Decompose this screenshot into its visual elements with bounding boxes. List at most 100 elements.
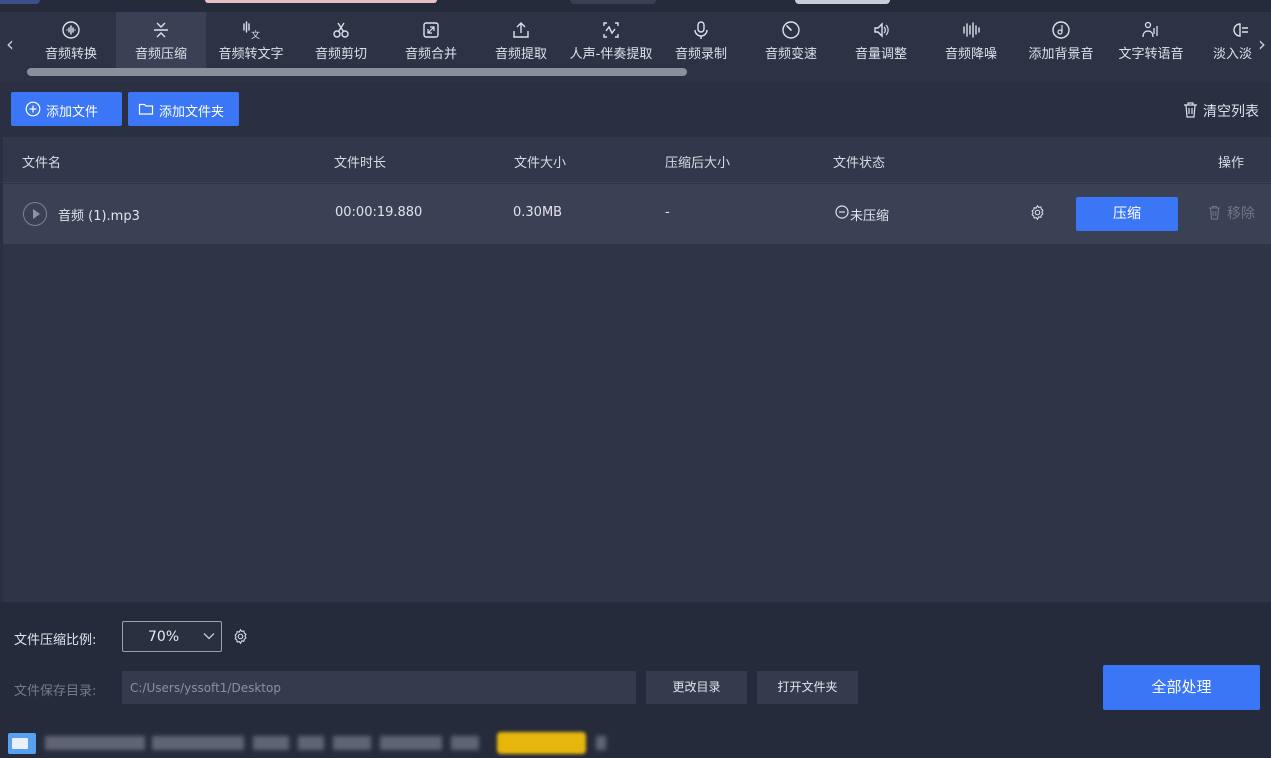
blurred-footer-text bbox=[298, 736, 324, 750]
tool-label: 音频转文字 bbox=[218, 47, 284, 62]
svg-text:文: 文 bbox=[251, 29, 260, 40]
play-icon[interactable] bbox=[23, 202, 47, 226]
tool-label: 音频压缩 bbox=[134, 47, 187, 62]
minus-circle-icon bbox=[835, 205, 849, 219]
nav-scroll-right-icon[interactable]: › bbox=[1252, 30, 1271, 58]
row-status: 未压缩 bbox=[850, 209, 890, 224]
background-music-icon bbox=[1052, 21, 1070, 39]
trash-icon bbox=[1209, 205, 1220, 220]
tool-audio-to-text[interactable]: 文 音频转文字 bbox=[206, 12, 296, 68]
tool-audio-compress[interactable]: 音频压缩 bbox=[116, 12, 206, 68]
tool-audio-merge[interactable]: 音频合并 bbox=[386, 12, 476, 68]
audio-convert-icon bbox=[62, 21, 80, 39]
save-dir-label: 文件保存目录: bbox=[14, 684, 97, 699]
tool-nav-bar: ‹ 音频转换 音频压缩 文 音频转文字 音频剪切 音频合并 音频提取 人声-伴奏… bbox=[0, 0, 1271, 82]
tool-label: 添加背景音 bbox=[1028, 47, 1094, 62]
add-folder-label: 添加文件夹 bbox=[159, 105, 225, 120]
blurred-footer-text bbox=[596, 736, 606, 750]
tool-label: 音频变速 bbox=[764, 47, 817, 62]
tool-add-background-music[interactable]: 添加背景音 bbox=[1016, 12, 1106, 68]
header-duration: 文件时长 bbox=[334, 156, 387, 171]
tool-label: 音频录制 bbox=[674, 47, 727, 62]
table-header: 文件名 文件时长 文件大小 压缩后大小 文件状态 操作 bbox=[3, 137, 1271, 183]
nav-scrollbar[interactable] bbox=[27, 68, 687, 76]
nav-scroll-left-icon[interactable]: ‹ bbox=[0, 30, 20, 58]
blurred-footer-text bbox=[45, 736, 145, 750]
tool-label: 淡入淡 bbox=[1213, 47, 1252, 62]
header-file-name: 文件名 bbox=[22, 156, 62, 171]
row-duration: 00:00:19.880 bbox=[335, 205, 423, 220]
title-strip-tab bbox=[570, 0, 656, 4]
row-file-size: 0.30MB bbox=[513, 205, 563, 220]
gear-icon[interactable] bbox=[1029, 204, 1046, 221]
tool-label: 音频剪切 bbox=[314, 47, 367, 62]
save-dir-input[interactable] bbox=[122, 671, 636, 704]
blurred-footer-text bbox=[152, 736, 244, 750]
tool-fade[interactable]: 淡入淡 bbox=[1196, 12, 1252, 68]
merge-icon bbox=[423, 22, 439, 38]
tool-audio-convert[interactable]: 音频转换 bbox=[26, 12, 116, 68]
trash-icon bbox=[1184, 102, 1197, 118]
tool-vocal-extract[interactable]: 人声-伴奏提取 bbox=[566, 12, 656, 68]
header-action: 操作 bbox=[1218, 156, 1245, 171]
clear-list-label: 清空列表 bbox=[1203, 104, 1259, 120]
tool-volume-adjust[interactable]: 音量调整 bbox=[836, 12, 926, 68]
plus-circle-icon bbox=[25, 101, 41, 117]
tool-label: 文字转语音 bbox=[1118, 47, 1184, 62]
remove-label: 移除 bbox=[1227, 206, 1255, 222]
compress-ratio-value: 70% bbox=[148, 629, 180, 645]
add-file-button[interactable]: 添加文件 bbox=[11, 92, 122, 126]
tool-label: 音频转换 bbox=[44, 47, 97, 62]
speed-icon bbox=[782, 21, 800, 39]
app-logo bbox=[8, 733, 36, 754]
table-row[interactable]: 音频 (1).mp3 00:00:19.880 0.30MB - 未压缩 压缩 … bbox=[3, 184, 1271, 244]
header-status: 文件状态 bbox=[833, 156, 886, 171]
title-strip-tab bbox=[0, 0, 40, 4]
folder-icon bbox=[138, 103, 154, 115]
open-folder-button[interactable]: 打开文件夹 bbox=[757, 671, 858, 704]
blurred-footer-text bbox=[253, 736, 289, 750]
compress-button[interactable]: 压缩 bbox=[1076, 197, 1178, 231]
tool-audio-denoise[interactable]: 音频降噪 bbox=[926, 12, 1016, 68]
blurred-footer-badge bbox=[497, 732, 586, 754]
add-folder-button[interactable]: 添加文件夹 bbox=[128, 92, 239, 126]
fade-icon bbox=[1233, 23, 1248, 37]
denoise-icon bbox=[963, 22, 980, 38]
header-file-size: 文件大小 bbox=[514, 156, 567, 171]
blurred-footer-text bbox=[333, 736, 371, 750]
tool-label: 音频降噪 bbox=[944, 47, 997, 62]
tool-text-to-speech[interactable]: 文字转语音 bbox=[1106, 12, 1196, 68]
tool-label: 音频提取 bbox=[494, 47, 547, 62]
add-file-label: 添加文件 bbox=[46, 105, 99, 120]
gear-icon[interactable] bbox=[232, 628, 249, 645]
tool-audio-speed[interactable]: 音频变速 bbox=[746, 12, 836, 68]
compress-ratio-select[interactable]: 70% bbox=[122, 621, 222, 652]
compress-ratio-label: 文件压缩比例: bbox=[14, 633, 97, 648]
text-to-speech-icon bbox=[1142, 21, 1158, 38]
row-compressed-size: - bbox=[665, 205, 670, 220]
tool-audio-cut[interactable]: 音频剪切 bbox=[296, 12, 386, 68]
audio-to-text-icon: 文 bbox=[243, 21, 260, 40]
microphone-icon bbox=[694, 21, 708, 39]
extract-icon bbox=[513, 22, 529, 38]
blurred-footer-text bbox=[451, 736, 479, 750]
title-strip-tab bbox=[795, 0, 890, 4]
header-compressed-size: 压缩后大小 bbox=[665, 156, 731, 171]
audio-compress-icon bbox=[154, 22, 168, 38]
file-table: 文件名 文件时长 文件大小 压缩后大小 文件状态 操作 音频 (1).mp3 0… bbox=[3, 137, 1271, 602]
scissors-icon bbox=[333, 22, 349, 38]
title-strip-tab bbox=[205, 0, 437, 3]
title-strip bbox=[0, 0, 1271, 12]
tool-label: 人声-伴奏提取 bbox=[569, 47, 653, 62]
tool-audio-record[interactable]: 音频录制 bbox=[656, 12, 746, 68]
tool-audio-extract[interactable]: 音频提取 bbox=[476, 12, 566, 68]
row-file-name: 音频 (1).mp3 bbox=[58, 209, 140, 224]
change-dir-button[interactable]: 更改目录 bbox=[646, 671, 747, 704]
tool-label: 音量调整 bbox=[854, 47, 907, 62]
vocal-extract-icon bbox=[603, 22, 619, 38]
tool-label: 音频合并 bbox=[404, 47, 457, 62]
process-all-button[interactable]: 全部处理 bbox=[1103, 665, 1260, 710]
blurred-footer-text bbox=[380, 736, 442, 750]
chevron-down-icon bbox=[203, 633, 215, 640]
volume-icon bbox=[874, 22, 889, 38]
